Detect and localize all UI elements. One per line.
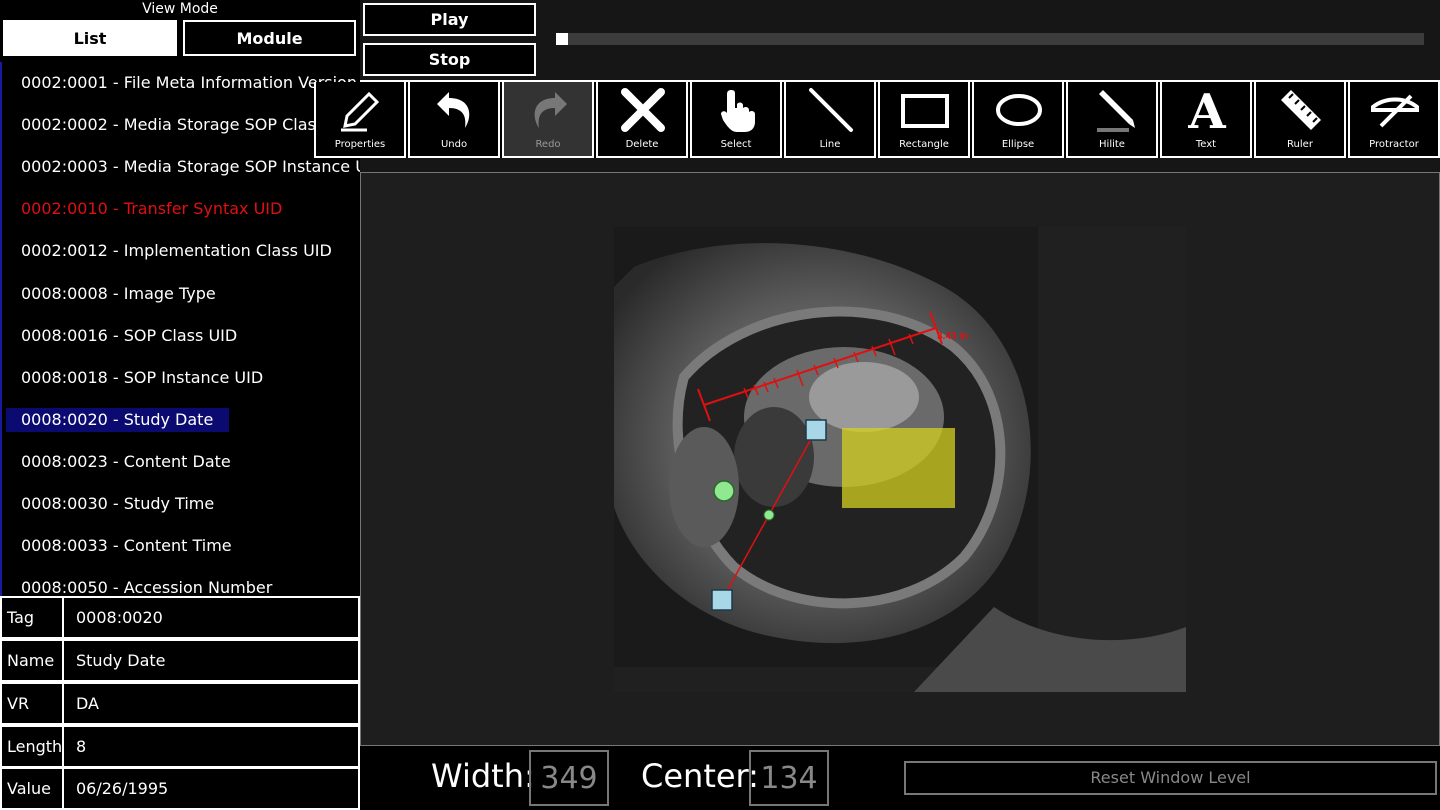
frame-slider[interactable] <box>556 33 1424 45</box>
undo-icon <box>437 92 470 128</box>
line-tool-button[interactable]: Line <box>784 82 876 158</box>
line-icon <box>809 88 853 132</box>
properties-tool-button[interactable]: Properties <box>314 82 406 158</box>
line-end-handle[interactable] <box>711 589 733 611</box>
undo-tool-button[interactable]: Undo <box>408 82 500 158</box>
delete-x-icon <box>621 88 665 132</box>
text-tool-button[interactable]: A Text <box>1160 82 1252 158</box>
ellipse-icon <box>996 94 1042 126</box>
tool-label: Rectangle <box>899 139 949 150</box>
property-key: Tag <box>0 596 64 639</box>
tag-list-item[interactable]: 0008:0008 - Image Type <box>6 282 232 306</box>
tag-list[interactable]: 0002:0001 - File Meta Information Versio… <box>0 62 360 596</box>
highlighter-icon <box>1097 90 1135 132</box>
view-mode-title: View Mode <box>142 1 218 17</box>
tag-list-item[interactable]: 0002:0001 - File Meta Information Versio… <box>6 71 360 95</box>
width-input[interactable]: 349 <box>529 750 609 806</box>
annotation-toolbar: Properties Undo Redo Delete Select Line <box>314 80 1440 158</box>
delete-tool-button[interactable]: Delete <box>596 82 688 158</box>
tool-label: Redo <box>535 139 561 150</box>
tool-label: Ruler <box>1287 139 1313 150</box>
tool-label: Properties <box>334 139 386 150</box>
ruler-tool-button[interactable]: Ruler <box>1254 82 1346 158</box>
select-tool-button[interactable]: Select <box>690 82 782 158</box>
view-mode-module-button[interactable]: Module <box>183 20 356 56</box>
center-input[interactable]: 134 <box>749 750 829 806</box>
tag-list-item[interactable]: 0002:0010 - Transfer Syntax UID <box>6 197 298 221</box>
property-value: 06/26/1995 <box>62 767 360 810</box>
tool-label: Ellipse <box>1001 139 1035 150</box>
protractor-tool-button[interactable]: Protractor <box>1348 82 1440 158</box>
rectangle-icon <box>901 94 949 128</box>
redo-tool-button[interactable]: Redo <box>502 82 594 158</box>
property-row: Value 06/26/1995 <box>0 767 360 810</box>
tag-list-item[interactable]: 0008:0033 - Content Time <box>6 534 248 558</box>
highlight-annotation[interactable] <box>842 428 955 508</box>
protractor-vertex-handle[interactable] <box>713 480 735 502</box>
property-row: Name Study Date <box>0 639 360 682</box>
property-key: Length <box>0 725 64 768</box>
tag-list-item[interactable]: 0008:0018 - SOP Instance UID <box>6 366 279 390</box>
property-value: Study Date <box>62 639 360 682</box>
tag-list-item[interactable]: 0008:0020 - Study Date <box>6 408 230 432</box>
property-row: Tag 0008:0020 <box>0 596 360 639</box>
protractor-icon <box>1371 94 1419 128</box>
rectangle-tool-button[interactable]: Rectangle <box>878 82 970 158</box>
hand-pointer-icon <box>721 90 755 132</box>
reset-window-level-button[interactable]: Reset Window Level <box>904 761 1437 795</box>
ellipse-tool-button[interactable]: Ellipse <box>972 82 1064 158</box>
tag-list-item[interactable]: 0002:0003 - Media Storage SOP Instance U… <box>6 155 360 179</box>
tag-list-item[interactable]: 0008:0030 - Study Time <box>6 492 230 516</box>
tag-list-item[interactable]: 0002:0002 - Media Storage SOP Class UID <box>6 113 360 137</box>
tool-label: Hilite <box>1099 139 1125 150</box>
redo-icon <box>534 92 567 128</box>
property-row: VR DA <box>0 682 360 725</box>
frame-slider-thumb[interactable] <box>556 33 568 45</box>
tag-browser-panel: View Mode List Module 0002:0001 - File M… <box>0 0 360 810</box>
view-mode-list-button[interactable]: List <box>3 20 177 56</box>
tag-list-item[interactable]: 0008:0023 - Content Date <box>6 450 247 474</box>
property-value: 8 <box>62 725 360 768</box>
ruler-icon <box>1281 90 1321 130</box>
property-key: VR <box>0 682 64 725</box>
property-key: Value <box>0 767 64 810</box>
tool-label: Line <box>819 139 841 150</box>
tag-list-item[interactable]: 0008:0016 - SOP Class UID <box>6 324 253 348</box>
protractor-midpoint-handle[interactable] <box>763 509 775 521</box>
tool-label: Protractor <box>1369 139 1419 150</box>
width-label: Width: <box>431 757 535 795</box>
property-value: DA <box>62 682 360 725</box>
tag-properties-table: Tag 0008:0020 Name Study Date VR DA Leng… <box>0 596 360 810</box>
lung-region <box>734 407 814 507</box>
tool-label: Select <box>720 139 752 150</box>
line-end-handle[interactable] <box>805 419 827 441</box>
tool-label: Undo <box>440 139 468 150</box>
property-value: 0008:0020 <box>62 596 360 639</box>
tool-label: Text <box>1195 139 1217 150</box>
ruler-measurement-label: 3.43 in <box>937 331 968 342</box>
pencil-edit-icon <box>341 91 380 132</box>
property-row: Length 8 <box>0 725 360 768</box>
tool-label: Delete <box>625 139 659 150</box>
center-label: Center: <box>641 757 759 795</box>
svg-text:A: A <box>1187 86 1226 134</box>
text-a-icon: A <box>1187 86 1226 134</box>
property-key: Name <box>0 639 64 682</box>
stop-button[interactable]: Stop <box>363 43 536 76</box>
play-button[interactable]: Play <box>363 3 536 36</box>
mri-image[interactable]: 3.43 in <box>614 227 1186 692</box>
hilite-tool-button[interactable]: Hilite <box>1066 82 1158 158</box>
tag-list-item[interactable]: 0002:0012 - Implementation Class UID <box>6 239 348 263</box>
tag-list-item[interactable]: 0008:0050 - Accession Number <box>6 576 288 596</box>
